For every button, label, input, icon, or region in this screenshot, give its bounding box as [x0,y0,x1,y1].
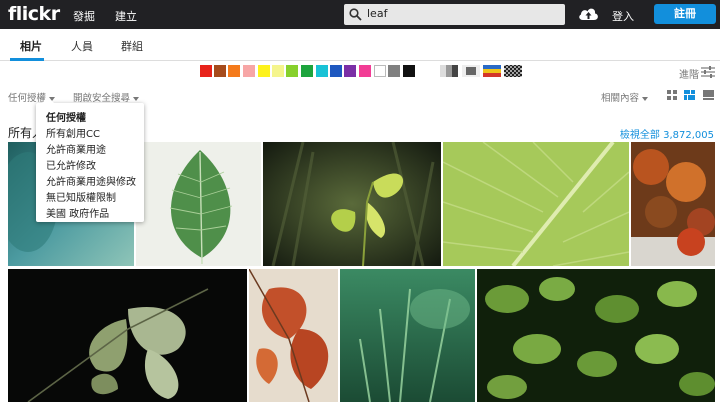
minimalist-filter-icon[interactable] [483,65,501,77]
sliders-icon[interactable] [701,66,715,78]
photo-thumbnail[interactable] [136,142,261,266]
flickr-logo[interactable]: flickr [8,3,60,25]
photo-thumbnail[interactable] [340,269,475,402]
color-swatch[interactable] [344,65,356,77]
color-swatch[interactable] [200,65,212,77]
sort-label: 相關內容 [601,93,640,104]
color-swatch[interactable] [330,65,342,77]
chevron-down-icon [642,96,649,101]
color-swatch[interactable] [258,65,270,77]
grid-justified-icon[interactable] [684,90,695,100]
license-option[interactable]: 無已知版權限制 [46,189,116,204]
search-icon [349,8,362,21]
dropdown-pointer [42,97,54,103]
advanced-label[interactable]: 進階 [679,66,699,81]
photo-thumbnail[interactable] [8,269,247,402]
license-option[interactable]: 美國 政府作品 [46,205,109,220]
photo-thumbnail[interactable] [263,142,441,266]
photo-thumbnail[interactable] [249,269,338,402]
grid-small-icon[interactable] [667,90,677,100]
license-option[interactable]: 所有創用CC [46,125,100,140]
tab-groups[interactable]: 群組 [121,38,143,54]
shallow-depth-filter-icon[interactable] [462,65,480,77]
top-navigation-bar: flickr 發掘 建立 leaf 登入 註冊 [0,0,720,29]
signup-button[interactable]: 註冊 [654,4,716,24]
pattern-filter-icon[interactable] [504,65,522,77]
login-link[interactable]: 登入 [612,8,634,24]
tab-people[interactable]: 人員 [71,38,93,54]
active-tab-indicator [10,58,44,61]
grayscale-filter-icon[interactable] [440,65,458,77]
color-swatch[interactable] [388,65,400,77]
tab-photos[interactable]: 相片 [20,38,42,54]
license-option[interactable]: 已允許修改 [46,157,96,172]
photo-thumbnail[interactable] [443,142,629,266]
license-option[interactable]: 任何授權 [46,109,86,124]
sort-filter[interactable]: 相關內容 [601,90,649,104]
color-swatch[interactable] [243,65,255,77]
color-swatch[interactable] [286,65,298,77]
license-option[interactable]: 允許商業用途與修改 [46,173,136,188]
search-input[interactable]: leaf [344,4,565,25]
color-swatch[interactable] [214,65,226,77]
color-swatch[interactable] [272,65,284,77]
color-swatch[interactable] [228,65,240,77]
chevron-down-icon [133,96,140,101]
color-swatch[interactable] [301,65,313,77]
license-option[interactable]: 允許商業用途 [46,141,106,156]
color-swatch[interactable] [403,65,415,77]
photo-thumbnail[interactable] [631,142,715,266]
license-dropdown-menu: 任何授權 所有創用CC 允許商業用途 已允許修改 允許商業用途與修改 無已知版權… [36,97,144,222]
color-swatch[interactable] [359,65,371,77]
photo-thumbnail[interactable] [477,269,715,402]
color-filter-bar [0,65,720,81]
search-tabs: 相片 人員 群組 [0,29,720,61]
color-swatch[interactable] [374,65,386,77]
grid-large-icon[interactable] [703,90,714,100]
nav-create[interactable]: 建立 [115,8,137,24]
view-all-link[interactable]: 檢視全部 3,872,005 [620,126,714,141]
safe-search-filter[interactable]: 開啟安全搜尋 [73,90,140,104]
filter-bar: 任何授權 開啟安全搜尋 相關內容 [0,88,720,104]
nav-explore[interactable]: 發掘 [73,8,95,24]
search-value: leaf [367,7,388,20]
cloud-upload-icon[interactable] [578,6,599,22]
color-swatch[interactable] [316,65,328,77]
